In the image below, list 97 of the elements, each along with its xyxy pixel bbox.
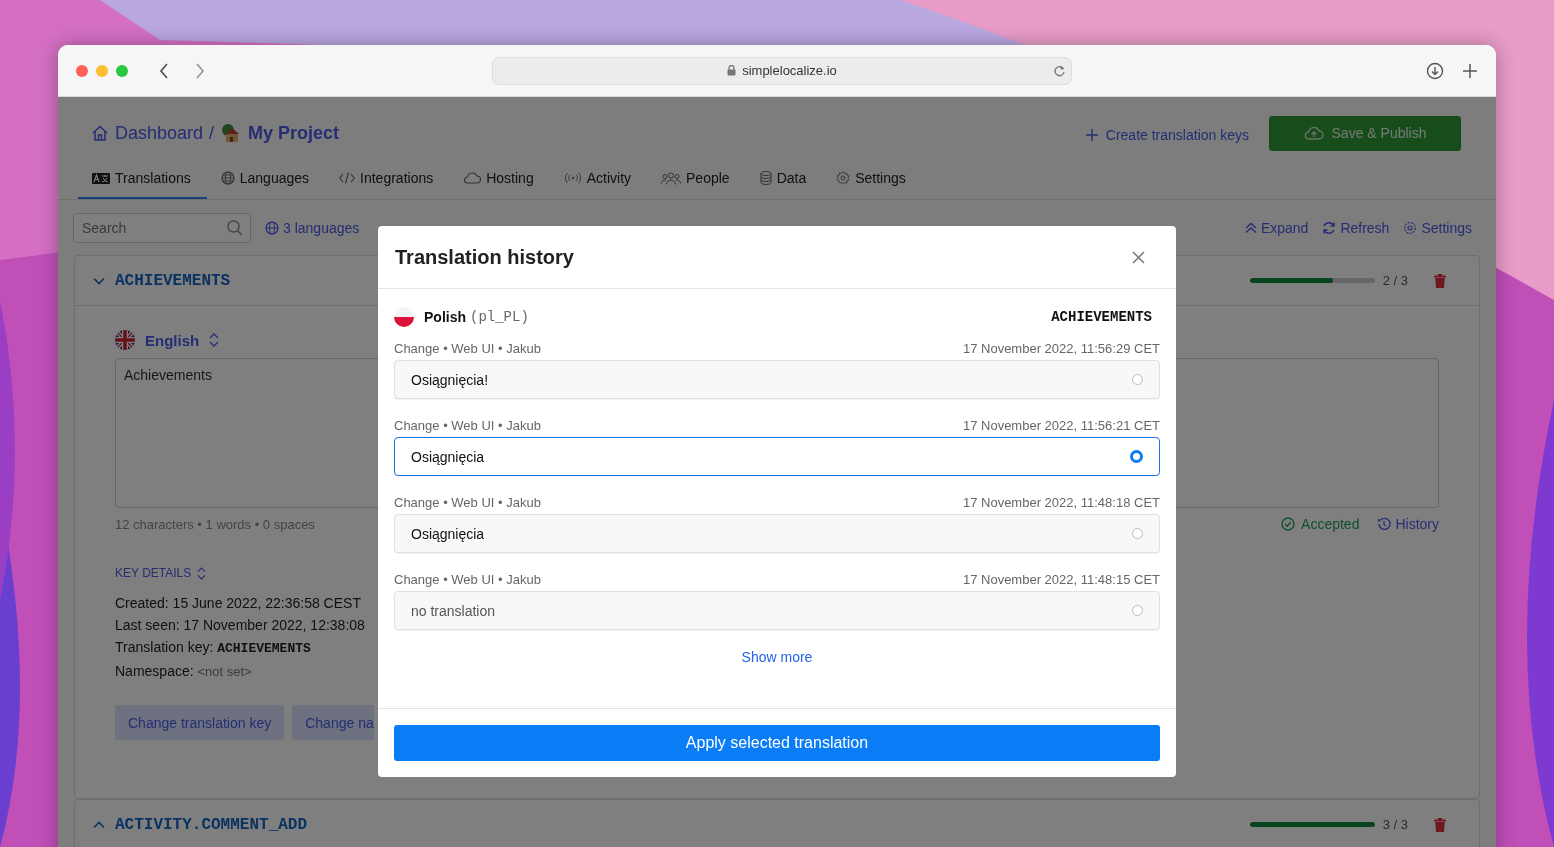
change-meta: Change • Web UI • Jakub <box>394 418 541 433</box>
toolbar-action-link[interactable]: Settings <box>1403 220 1472 236</box>
refresh-icon <box>1322 221 1337 235</box>
reload-icon[interactable] <box>1053 64 1066 78</box>
accepted-status: Accepted <box>1281 516 1360 532</box>
breadcrumb-separator: / <box>209 122 215 144</box>
sort-chevrons-icon[interactable] <box>209 333 220 347</box>
language-name: Polish <box>424 309 466 325</box>
translation-key-name: ACHIEVEMENTS <box>1051 309 1152 325</box>
trash-icon[interactable] <box>1434 817 1446 832</box>
nav-tab[interactable]: Integrations <box>325 162 450 199</box>
search-icon <box>227 220 243 236</box>
key-detail-line: Last seen: 17 November 2022, 12:38:08 <box>115 616 365 635</box>
dashboard-link[interactable]: Dashboard <box>115 122 204 144</box>
globe-icon <box>220 171 235 185</box>
back-icon[interactable] <box>158 62 170 79</box>
forward-icon[interactable] <box>194 62 206 79</box>
cloud-upload-icon <box>1303 126 1324 140</box>
download-icon[interactable] <box>1426 61 1444 80</box>
radio-button[interactable] <box>1132 605 1143 616</box>
settings-icon <box>836 171 851 185</box>
nav-tab[interactable]: People <box>647 162 746 199</box>
uk-flag-icon <box>115 330 135 350</box>
change-date: 17 November 2022, 11:56:29 CET <box>962 341 1160 356</box>
nav-tab[interactable]: Data <box>745 162 823 199</box>
chevron-up-icon[interactable] <box>93 820 105 829</box>
url-text: simplelocalize.io <box>742 63 837 78</box>
locale-code: (pl_PL) <box>470 309 529 325</box>
translation-text: Achievements <box>124 367 212 383</box>
key-action-button[interactable]: Change na <box>292 705 374 740</box>
change-date: 17 November 2022, 11:56:21 CET <box>962 418 1160 433</box>
nav-tab[interactable]: Translations <box>78 162 207 199</box>
history-icon <box>1377 517 1392 531</box>
key-action-button[interactable]: Change translation key <box>115 705 285 740</box>
radio-button[interactable] <box>1132 528 1143 539</box>
translation-key-name[interactable]: ACTIVITY.COMMENT_ADD <box>115 815 308 834</box>
check-circle-icon <box>1281 517 1296 531</box>
history-option[interactable]: Osiągnięcia! <box>394 360 1160 399</box>
translation-key-name[interactable]: ACHIEVEMENTS <box>115 271 231 290</box>
trash-icon[interactable] <box>1434 273 1446 288</box>
lock-icon <box>727 65 737 76</box>
code-icon <box>339 172 356 184</box>
history-text: Osiągnięcia! <box>411 371 489 388</box>
cloud-icon <box>463 172 482 184</box>
language-selector[interactable]: English <box>145 331 200 349</box>
history-link[interactable]: History <box>1377 516 1439 532</box>
close-window-button[interactable] <box>76 64 88 77</box>
change-meta: Change • Web UI • Jakub <box>394 495 541 510</box>
settings-icon <box>1403 221 1418 235</box>
create-keys-link[interactable]: Create translation keys <box>1085 127 1249 143</box>
radio-button[interactable] <box>1130 450 1143 463</box>
poland-flag-icon <box>394 307 414 327</box>
change-meta: Change • Web UI • Jakub <box>394 572 541 587</box>
key-detail-line: Namespace: <not set> <box>115 662 252 681</box>
save-publish-button[interactable]: Save & Publish <box>1269 115 1461 151</box>
text-statistics: 12 characters • 1 words • 0 spaces <box>115 516 315 532</box>
progress-count: 3 / 3 <box>1382 817 1408 832</box>
nav-tab[interactable]: Activity <box>549 162 648 199</box>
globe-icon <box>265 221 279 235</box>
key-detail-line: Created: 15 June 2022, 22:36:58 CEST <box>115 594 361 613</box>
change-date: 17 November 2022, 11:48:15 CET <box>962 572 1160 587</box>
zoom-window-button[interactable] <box>116 64 128 77</box>
people-icon <box>661 171 682 185</box>
database-icon <box>759 171 772 185</box>
languages-filter-link[interactable]: 3 languages <box>265 220 360 236</box>
change-meta: Change • Web UI • Jakub <box>394 341 541 356</box>
key-detail-line: Translation key: ACHIEVEMENTS <box>115 638 311 658</box>
nav-tab[interactable]: Hosting <box>449 162 550 199</box>
project-link[interactable]: My Project <box>248 122 340 144</box>
history-option[interactable]: Osiągnięcia <box>394 437 1160 476</box>
show-more-link[interactable]: Show more <box>741 649 813 665</box>
history-option[interactable]: no translation <box>394 591 1160 630</box>
nav-tab[interactable]: Languages <box>206 162 326 199</box>
double-chevron-up-icon <box>1244 222 1257 234</box>
language-icon <box>92 172 110 184</box>
address-bar[interactable]: simplelocalize.io <box>492 56 1072 85</box>
broadcast-icon <box>563 172 582 184</box>
new-tab-icon[interactable] <box>1462 62 1478 79</box>
chevron-down-icon[interactable] <box>93 276 105 285</box>
progress-count: 2 / 3 <box>1382 273 1408 288</box>
sort-chevrons-icon[interactable] <box>197 566 207 580</box>
dialog-title: Translation history <box>395 245 574 269</box>
toolbar-action-link[interactable]: Refresh <box>1322 220 1390 236</box>
toolbar-action-link[interactable]: Expand <box>1244 220 1309 236</box>
search-field[interactable]: Search <box>73 213 251 243</box>
home-icon[interactable] <box>91 124 109 142</box>
change-date: 17 November 2022, 11:48:18 CET <box>962 495 1160 510</box>
apply-button[interactable]: Apply selected translation <box>394 725 1160 761</box>
plus-icon <box>1085 129 1098 141</box>
history-text: Osiągnięcia <box>411 448 485 465</box>
history-option[interactable]: Osiągnięcia <box>394 514 1160 553</box>
history-text: Osiągnięcia <box>411 525 485 542</box>
nav-tab[interactable]: Settings <box>822 162 922 199</box>
radio-button[interactable] <box>1132 374 1143 385</box>
key-details-toggle[interactable]: KEY DETAILS <box>115 566 192 580</box>
history-text: no translation <box>411 602 496 619</box>
close-icon[interactable] <box>1132 250 1145 264</box>
